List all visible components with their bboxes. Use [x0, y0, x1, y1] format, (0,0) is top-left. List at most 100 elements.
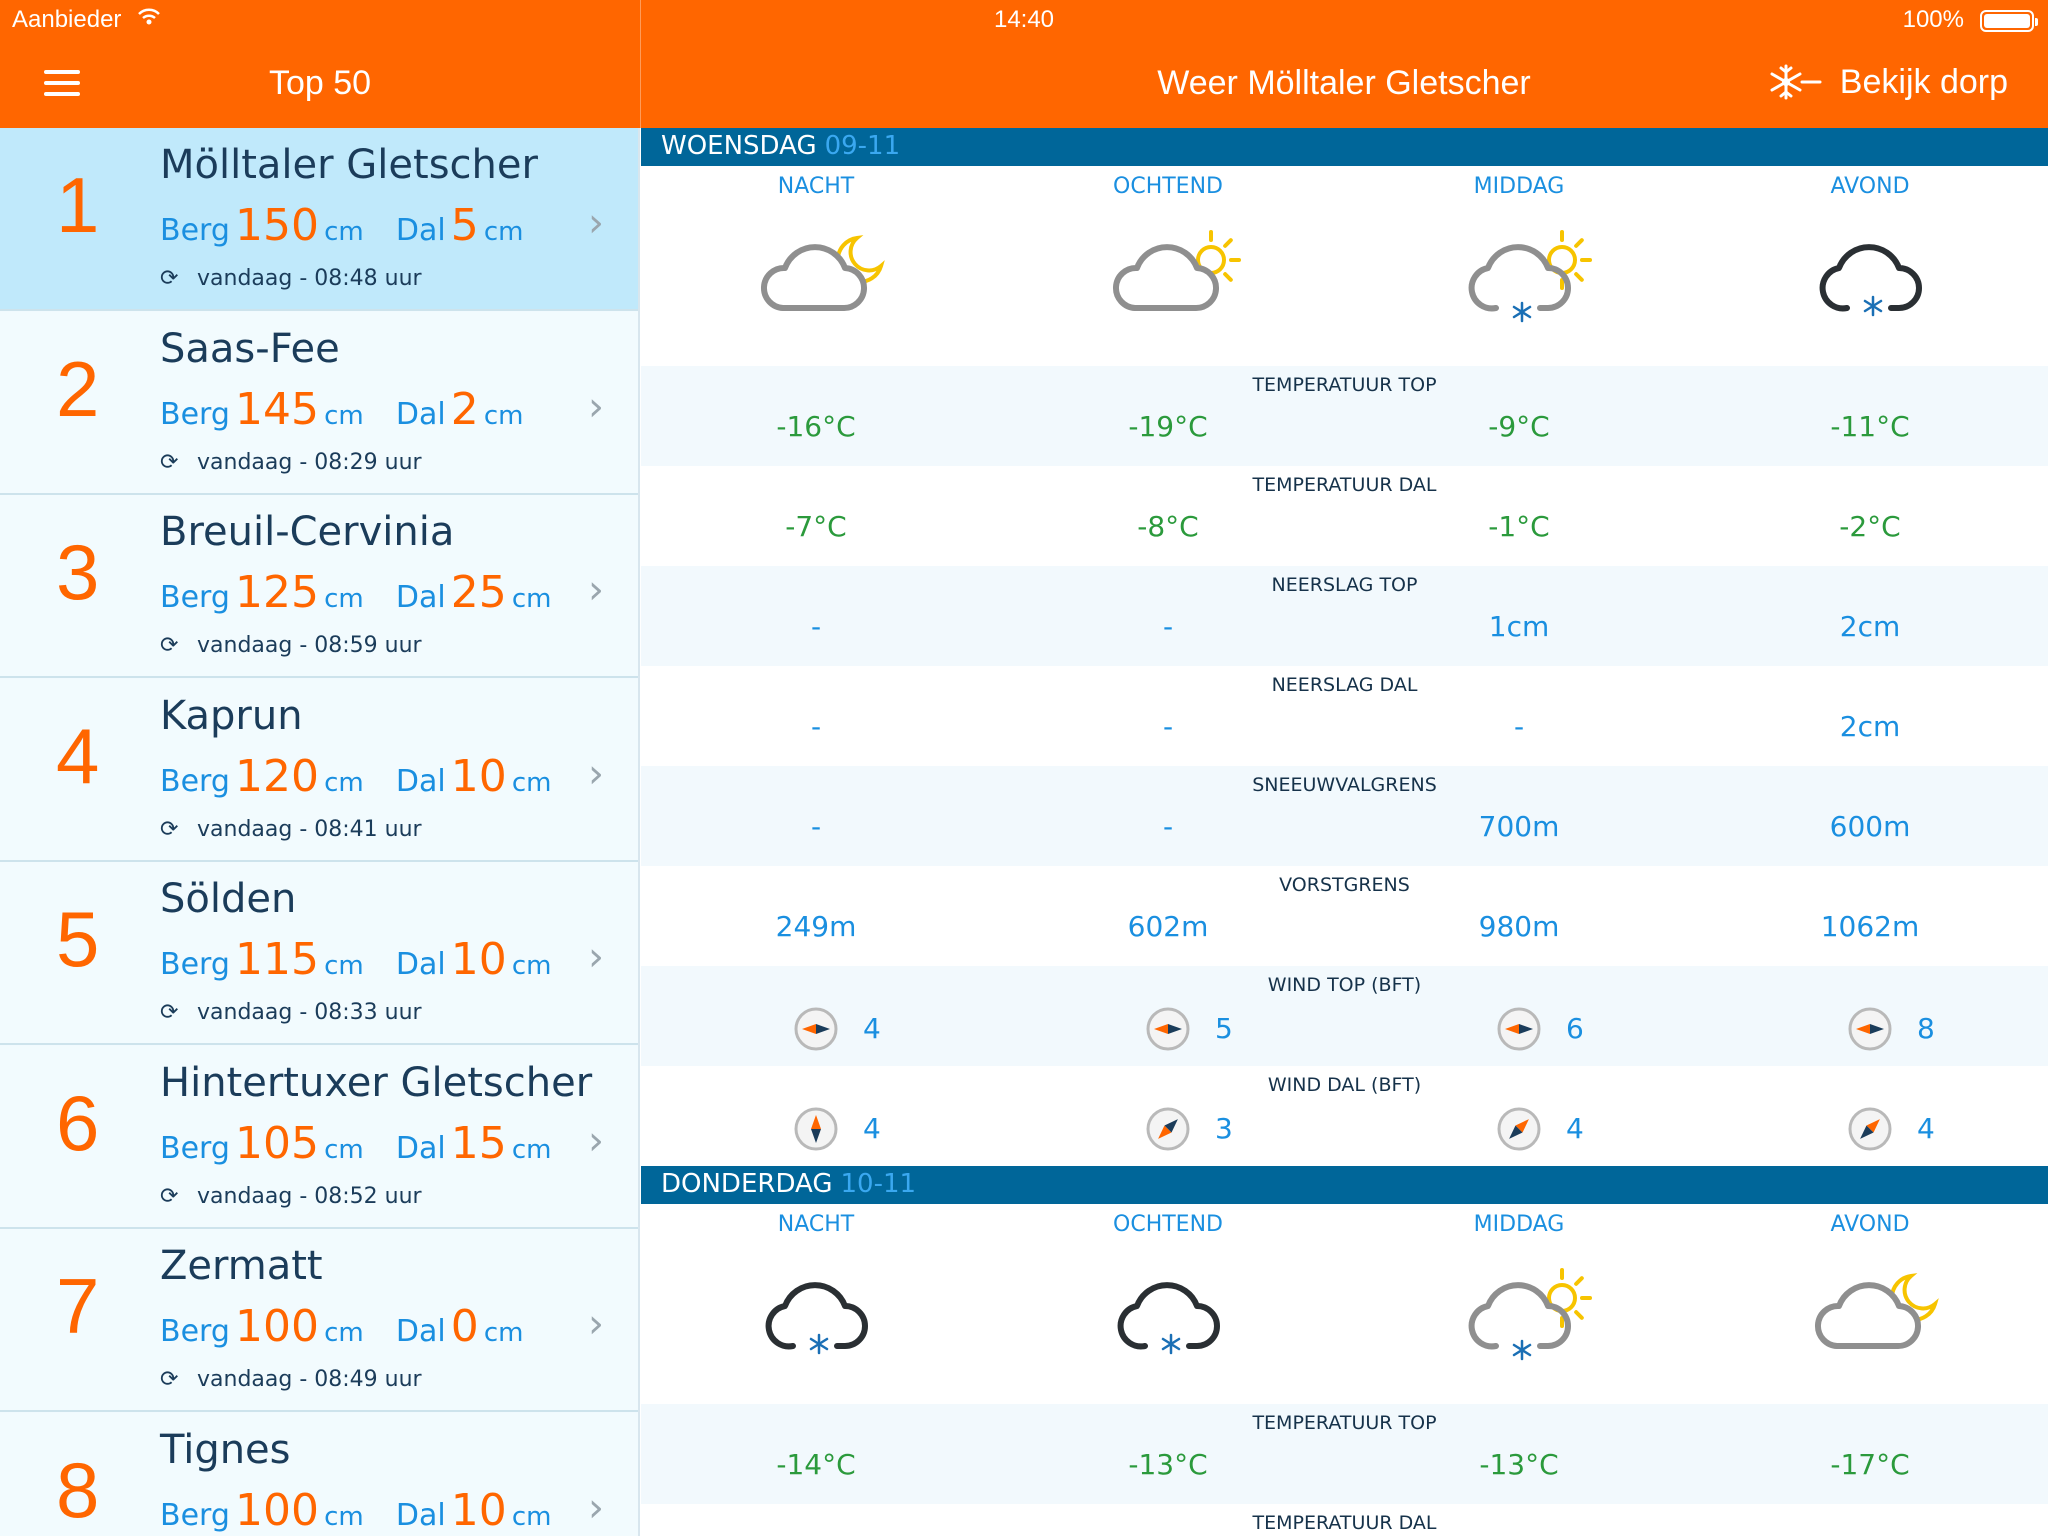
- cloud-sun-snow-icon: [1444, 222, 1594, 332]
- rank-number: 3: [56, 528, 100, 616]
- wind-force: 4: [863, 1112, 881, 1145]
- snow-depths: Berg 125 cm Dal 25 cm: [160, 567, 552, 618]
- wind-force: 5: [1215, 1012, 1233, 1045]
- refresh-icon: ⟳: [160, 633, 179, 658]
- rank-number: 1: [56, 161, 100, 249]
- daypart-label: NACHT: [777, 174, 855, 199]
- wind-force: 6: [1566, 1012, 1584, 1045]
- berg-unit: cm: [324, 217, 364, 247]
- snow-depths: Berg 105 cm Dal 15 cm: [160, 1118, 552, 1169]
- chevron-right-icon: ›: [588, 567, 604, 613]
- forecast-row: TEMPERATUUR DAL: [641, 1504, 2048, 1536]
- dal-label: Dal: [395, 213, 446, 248]
- forecast-value: -13°C: [1479, 1448, 1559, 1481]
- refresh-icon: ⟳: [160, 449, 179, 475]
- update-text: vandaag - 08:29 uur: [197, 449, 422, 475]
- weather-forecast: WOENSDAG 09-11 NACHT OCHTEND MIDDAG AVOND TEMP…: [641, 128, 2048, 1536]
- forecast-row: SNEEUWVALGRENS - - 700m 600m: [641, 766, 2048, 866]
- update-text: vandaag - 08:41 uur: [197, 816, 422, 842]
- forecast-value: -11°C: [1830, 410, 1910, 443]
- day-name: WOENSDAG: [661, 131, 817, 161]
- forecast-value: -: [810, 710, 822, 743]
- chevron-right-icon: ›: [588, 1484, 604, 1531]
- dal-label: Dal: [395, 763, 446, 799]
- snowflake-lift-icon: [1770, 64, 1822, 100]
- forecast-row-label: VORSTGRENS: [1279, 874, 1410, 896]
- update-time: ⟳ vandaag - 08:41 uur: [160, 817, 422, 842]
- dal-unit: cm: [511, 951, 552, 981]
- day-date: 10-11: [840, 1169, 917, 1199]
- snow-depths: Berg 100 cm Dal 10 cm: [160, 1485, 552, 1536]
- wind-force: 4: [1917, 1112, 1935, 1145]
- dal-unit: cm: [483, 400, 524, 431]
- refresh-icon: ⟳: [160, 1183, 179, 1209]
- cloud-sun-icon: [1093, 222, 1243, 332]
- forecast-value: -16°C: [776, 410, 856, 443]
- forecast-value: -1°C: [1488, 510, 1550, 543]
- dal-depth: 10: [450, 934, 507, 985]
- resort-row[interactable]: 5 Sölden Berg 115 cm Dal 10 cm ⟳ vandaag…: [0, 862, 638, 1045]
- update-text: vandaag - 08:49 uur: [197, 1367, 422, 1392]
- dal-unit: cm: [483, 217, 524, 247]
- forecast-value: -: [1162, 710, 1174, 743]
- berg-label: Berg: [160, 1130, 230, 1166]
- forecast-value: 1cm: [1488, 610, 1550, 643]
- wind-force: 3: [1215, 1112, 1233, 1145]
- chevron-right-icon: ›: [588, 1301, 604, 1347]
- wind-value: 5: [1145, 1006, 1385, 1052]
- update-text: vandaag - 08:59 uur: [197, 633, 422, 658]
- resort-row[interactable]: 4 Kaprun Berg 120 cm Dal 10 cm ⟳ vandaag…: [0, 678, 638, 862]
- wind-force: 4: [863, 1012, 881, 1045]
- berg-depth: 105: [234, 1117, 319, 1169]
- resort-row[interactable]: 8 Tignes Berg 100 cm Dal 10 cm ›: [0, 1412, 638, 1536]
- forecast-row: NEERSLAG TOP - - 1cm 2cm: [641, 566, 2048, 666]
- resort-row[interactable]: 6 Hintertuxer Gletscher Berg 105 cm Dal …: [0, 1045, 638, 1229]
- resort-row[interactable]: 3 Breuil-Cervinia Berg 125 cm Dal 25 cm …: [0, 495, 638, 678]
- dal-unit: cm: [511, 767, 552, 798]
- forecast-value: 600m: [1829, 810, 1911, 843]
- resort-row[interactable]: 1 Mölltaler Gletscher Berg 150 cm Dal 5 …: [0, 128, 638, 311]
- resort-name: Breuil-Cervinia: [160, 509, 455, 555]
- wind-direction-icon: [1145, 1006, 1191, 1052]
- update-time: ⟳ vandaag - 08:59 uur: [160, 633, 422, 658]
- daypart-label: NACHT: [777, 1212, 855, 1237]
- forecast-row: VORSTGRENS 249m 602m 980m 1062m: [641, 866, 2048, 966]
- berg-unit: cm: [324, 584, 364, 614]
- berg-unit: cm: [324, 1501, 364, 1532]
- day-title: DONDERDAG 10-11: [661, 1169, 916, 1199]
- dal-unit: cm: [511, 1134, 552, 1165]
- forecast-value: -: [1162, 610, 1174, 643]
- forecast-value: 602m: [1127, 910, 1209, 943]
- berg-label: Berg: [160, 580, 230, 615]
- daypart-label: OCHTEND: [1113, 1212, 1223, 1237]
- berg-label: Berg: [160, 1497, 230, 1533]
- dal-label: Dal: [395, 1314, 446, 1349]
- list-title: Top 50: [268, 64, 372, 102]
- dal-label: Dal: [395, 1497, 446, 1533]
- resort-name: Zermatt: [160, 1243, 323, 1289]
- rank-number: 7: [56, 1262, 100, 1350]
- berg-depth: 145: [234, 383, 319, 435]
- top50-list: 1 Mölltaler Gletscher Berg 150 cm Dal 5 …: [0, 128, 640, 1536]
- forecast-value: -14°C: [776, 1448, 856, 1481]
- forecast-row-label: TEMPERATUUR TOP: [1252, 374, 1437, 396]
- dal-label: Dal: [395, 947, 446, 982]
- forecast-row-label: NEERSLAG DAL: [1271, 674, 1418, 696]
- view-village-button[interactable]: Bekijk dorp: [1766, 62, 2008, 102]
- berg-depth: 150: [234, 200, 319, 251]
- daypart-label: AVOND: [1830, 1212, 1910, 1237]
- dal-depth: 0: [450, 1301, 479, 1352]
- update-time: ⟳ vandaag - 08:48 uur: [160, 266, 422, 291]
- dal-depth: 5: [450, 200, 479, 251]
- resort-row[interactable]: 2 Saas-Fee Berg 145 cm Dal 2 cm ⟳ vandaa…: [0, 311, 638, 495]
- forecast-row: TEMPERATUUR TOP -16°C -19°C -9°C -11°C: [641, 366, 2048, 466]
- forecast-value: -13°C: [1128, 1448, 1208, 1481]
- resort-row[interactable]: 7 Zermatt Berg 100 cm Dal 0 cm ⟳ vandaag…: [0, 1229, 638, 1412]
- forecast-value: -: [810, 810, 822, 843]
- daypart-label: MIDDAG: [1473, 174, 1565, 199]
- dal-unit: cm: [483, 1318, 524, 1348]
- berg-unit: cm: [324, 1134, 364, 1165]
- forecast-row: TEMPERATUUR TOP -14°C -13°C -13°C -17°C: [641, 1404, 2048, 1504]
- snow-depths: Berg 120 cm Dal 10 cm: [160, 751, 552, 802]
- forecast-value: 249m: [775, 910, 857, 943]
